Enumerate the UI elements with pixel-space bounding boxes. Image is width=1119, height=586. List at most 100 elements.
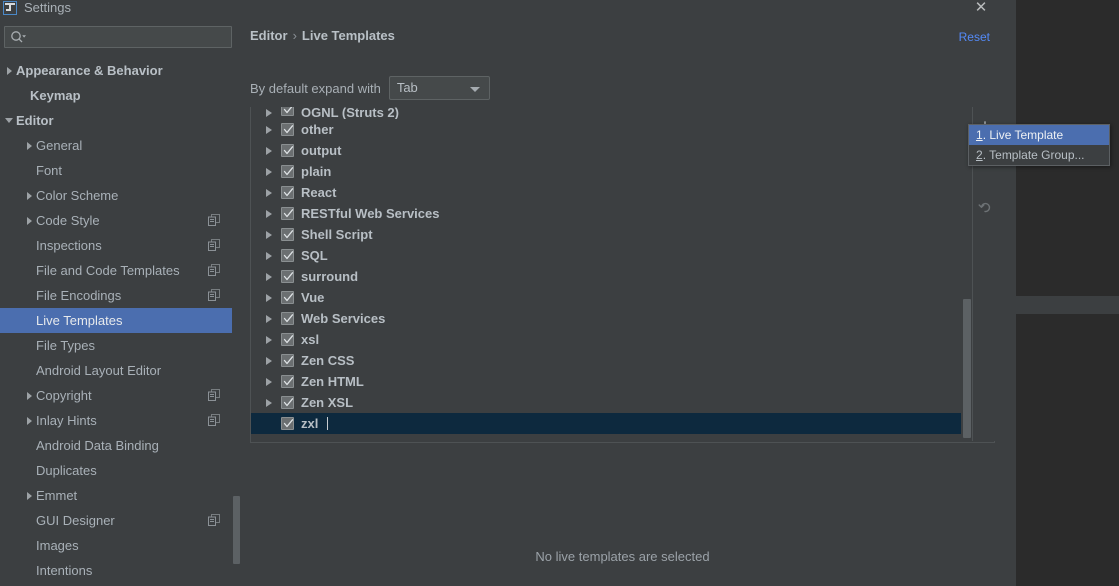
check-icon	[283, 398, 294, 407]
sidebar-scrollbar-thumb[interactable]	[233, 496, 240, 564]
sidebar-item-android-layout-editor[interactable]: Android Layout Editor	[0, 358, 240, 383]
template-group-checkbox[interactable]	[281, 228, 294, 241]
template-group-checkbox[interactable]	[281, 123, 294, 136]
chevron-right-icon[interactable]	[262, 107, 276, 119]
chevron-right-icon[interactable]	[22, 133, 36, 158]
breadcrumb-parent[interactable]: Editor	[250, 28, 288, 43]
chevron-right-icon[interactable]	[262, 182, 276, 203]
sidebar-item-general[interactable]: General	[0, 133, 240, 158]
chevron-right-icon[interactable]	[262, 350, 276, 371]
revert-button[interactable]	[974, 197, 996, 219]
sidebar-item-file-encodings[interactable]: File Encodings	[0, 283, 240, 308]
sidebar-item-color-scheme[interactable]: Color Scheme	[0, 183, 240, 208]
template-group-row[interactable]: output	[251, 140, 961, 161]
template-group-checkbox[interactable]	[281, 312, 294, 325]
template-group-checkbox[interactable]	[281, 291, 294, 304]
template-group-checkbox[interactable]	[281, 396, 294, 409]
sidebar-item-intentions[interactable]: Intentions	[0, 558, 240, 583]
template-group-row[interactable]: OGNL (Struts 2)	[251, 107, 961, 119]
search-input[interactable]	[4, 26, 232, 48]
copy-settings-icon[interactable]	[208, 514, 220, 526]
template-group-row[interactable]: React	[251, 182, 961, 203]
sidebar-item-appearance-behavior[interactable]: Appearance & Behavior	[0, 58, 240, 83]
check-icon	[283, 107, 293, 114]
template-group-row[interactable]: Shell Script	[251, 224, 961, 245]
sidebar-item-file-types[interactable]: File Types	[0, 333, 240, 358]
template-group-checkbox[interactable]	[281, 249, 294, 262]
expand-with-dropdown[interactable]: Tab	[388, 76, 490, 100]
chevron-right-icon[interactable]	[262, 287, 276, 308]
chevron-right-icon[interactable]	[262, 371, 276, 392]
settings-sidebar: Appearance & Behavior Keymap Editor General…	[0, 18, 240, 586]
copy-settings-icon[interactable]	[208, 414, 220, 426]
template-group-row[interactable]: Zen CSS	[251, 350, 961, 371]
sidebar-item-code-style[interactable]: Code Style	[0, 208, 240, 233]
sidebar-item-font[interactable]: Font	[0, 158, 240, 183]
title-bar: Settings ✕	[0, 0, 1004, 18]
template-group-checkbox[interactable]	[281, 417, 294, 430]
template-group-row[interactable]: Zen HTML	[251, 371, 961, 392]
sidebar-item-keymap[interactable]: Keymap	[0, 83, 240, 108]
template-group-label: surround	[301, 269, 359, 284]
copy-settings-icon[interactable]	[208, 264, 220, 276]
templates-scrollbar-thumb[interactable]	[963, 299, 971, 438]
chevron-right-icon[interactable]	[262, 161, 276, 182]
template-group-checkbox[interactable]	[281, 333, 294, 346]
template-group-checkbox[interactable]	[281, 375, 294, 388]
template-group-checkbox[interactable]	[281, 165, 294, 178]
chevron-right-icon[interactable]	[22, 383, 36, 408]
template-group-row[interactable]: RESTful Web Services	[251, 203, 961, 224]
template-group-row[interactable]: surround	[251, 266, 961, 287]
template-group-row[interactable]: zxl	[251, 413, 961, 434]
chevron-right-icon[interactable]	[262, 140, 276, 161]
sidebar-item-duplicates[interactable]: Duplicates	[0, 458, 240, 483]
sidebar-item-inspections[interactable]: Inspections	[0, 233, 240, 258]
chevron-right-icon[interactable]	[262, 266, 276, 287]
chevron-right-icon[interactable]	[22, 408, 36, 433]
sidebar-item-emmet[interactable]: Emmet	[0, 483, 240, 508]
chevron-right-icon[interactable]	[262, 203, 276, 224]
template-group-row[interactable]: Web Services	[251, 308, 961, 329]
chevron-right-icon[interactable]	[22, 183, 36, 208]
chevron-right-icon[interactable]	[262, 329, 276, 350]
sidebar-item-copyright[interactable]: Copyright	[0, 383, 240, 408]
reset-link[interactable]: Reset	[959, 30, 990, 44]
chevron-right-icon[interactable]	[2, 58, 16, 83]
sidebar-item-live-templates[interactable]: Live Templates	[0, 308, 240, 333]
check-icon	[283, 230, 294, 239]
sidebar-item-file-and-code-templates[interactable]: File and Code Templates	[0, 258, 240, 283]
sidebar-item-gui-designer[interactable]: GUI Designer	[0, 508, 240, 533]
template-group-checkbox[interactable]	[281, 107, 294, 116]
template-group-checkbox[interactable]	[281, 270, 294, 283]
template-group-checkbox[interactable]	[281, 207, 294, 220]
template-group-label: output	[301, 143, 342, 158]
template-group-row[interactable]: Zen XSL	[251, 392, 961, 413]
copy-settings-icon[interactable]	[208, 239, 220, 251]
sidebar-item-inlay-hints[interactable]: Inlay Hints	[0, 408, 240, 433]
chevron-right-icon[interactable]	[22, 208, 36, 233]
chevron-right-icon[interactable]	[262, 245, 276, 266]
popup-menu-item[interactable]: 1. Live Template	[969, 125, 1109, 145]
template-group-checkbox[interactable]	[281, 354, 294, 367]
copy-settings-icon[interactable]	[208, 214, 220, 226]
popup-menu-item[interactable]: 2. Template Group...	[969, 145, 1109, 165]
template-group-row[interactable]: other	[251, 119, 961, 140]
chevron-right-icon[interactable]	[262, 308, 276, 329]
chevron-right-icon[interactable]	[262, 119, 276, 140]
sidebar-item-editor[interactable]: Editor	[0, 108, 240, 133]
template-group-row[interactable]: Vue	[251, 287, 961, 308]
template-group-checkbox[interactable]	[281, 144, 294, 157]
sidebar-item-images[interactable]: Images	[0, 533, 240, 558]
template-group-row[interactable]: plain	[251, 161, 961, 182]
template-group-row[interactable]: SQL	[251, 245, 961, 266]
chevron-down-icon[interactable]	[2, 108, 16, 133]
copy-settings-icon[interactable]	[208, 389, 220, 401]
copy-settings-icon[interactable]	[208, 289, 220, 301]
close-icon[interactable]: ✕	[971, 0, 991, 18]
chevron-right-icon[interactable]	[262, 392, 276, 413]
template-group-checkbox[interactable]	[281, 186, 294, 199]
sidebar-item-android-data-binding[interactable]: Android Data Binding	[0, 433, 240, 458]
chevron-right-icon[interactable]	[22, 483, 36, 508]
template-group-row[interactable]: xsl	[251, 329, 961, 350]
chevron-right-icon[interactable]	[262, 224, 276, 245]
